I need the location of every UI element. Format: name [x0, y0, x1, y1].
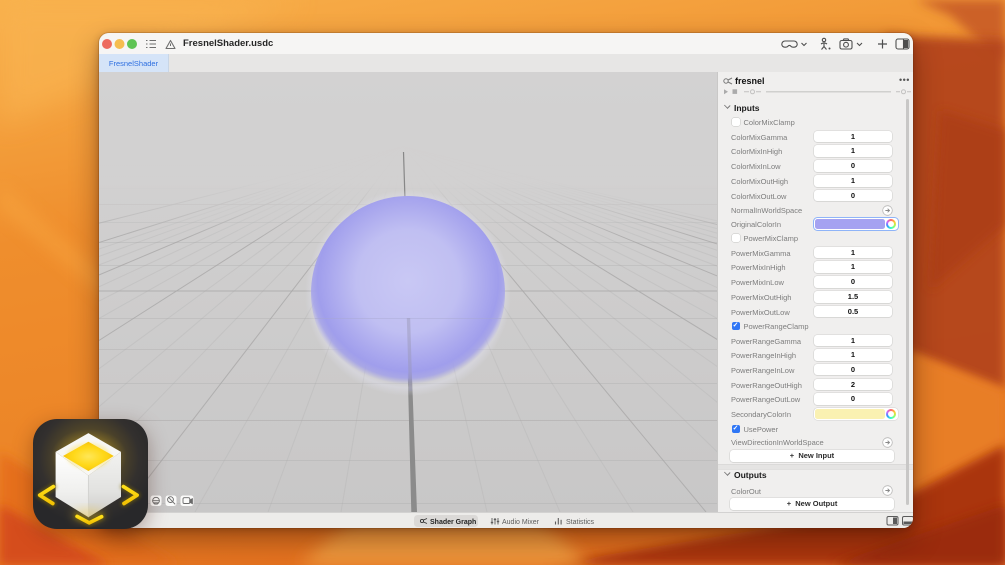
svg-text:Statistics: Statistics [566, 519, 595, 526]
svg-text:Audio Mixer: Audio Mixer [502, 519, 540, 526]
svg-text:Shader Graph: Shader Graph [430, 519, 476, 526]
